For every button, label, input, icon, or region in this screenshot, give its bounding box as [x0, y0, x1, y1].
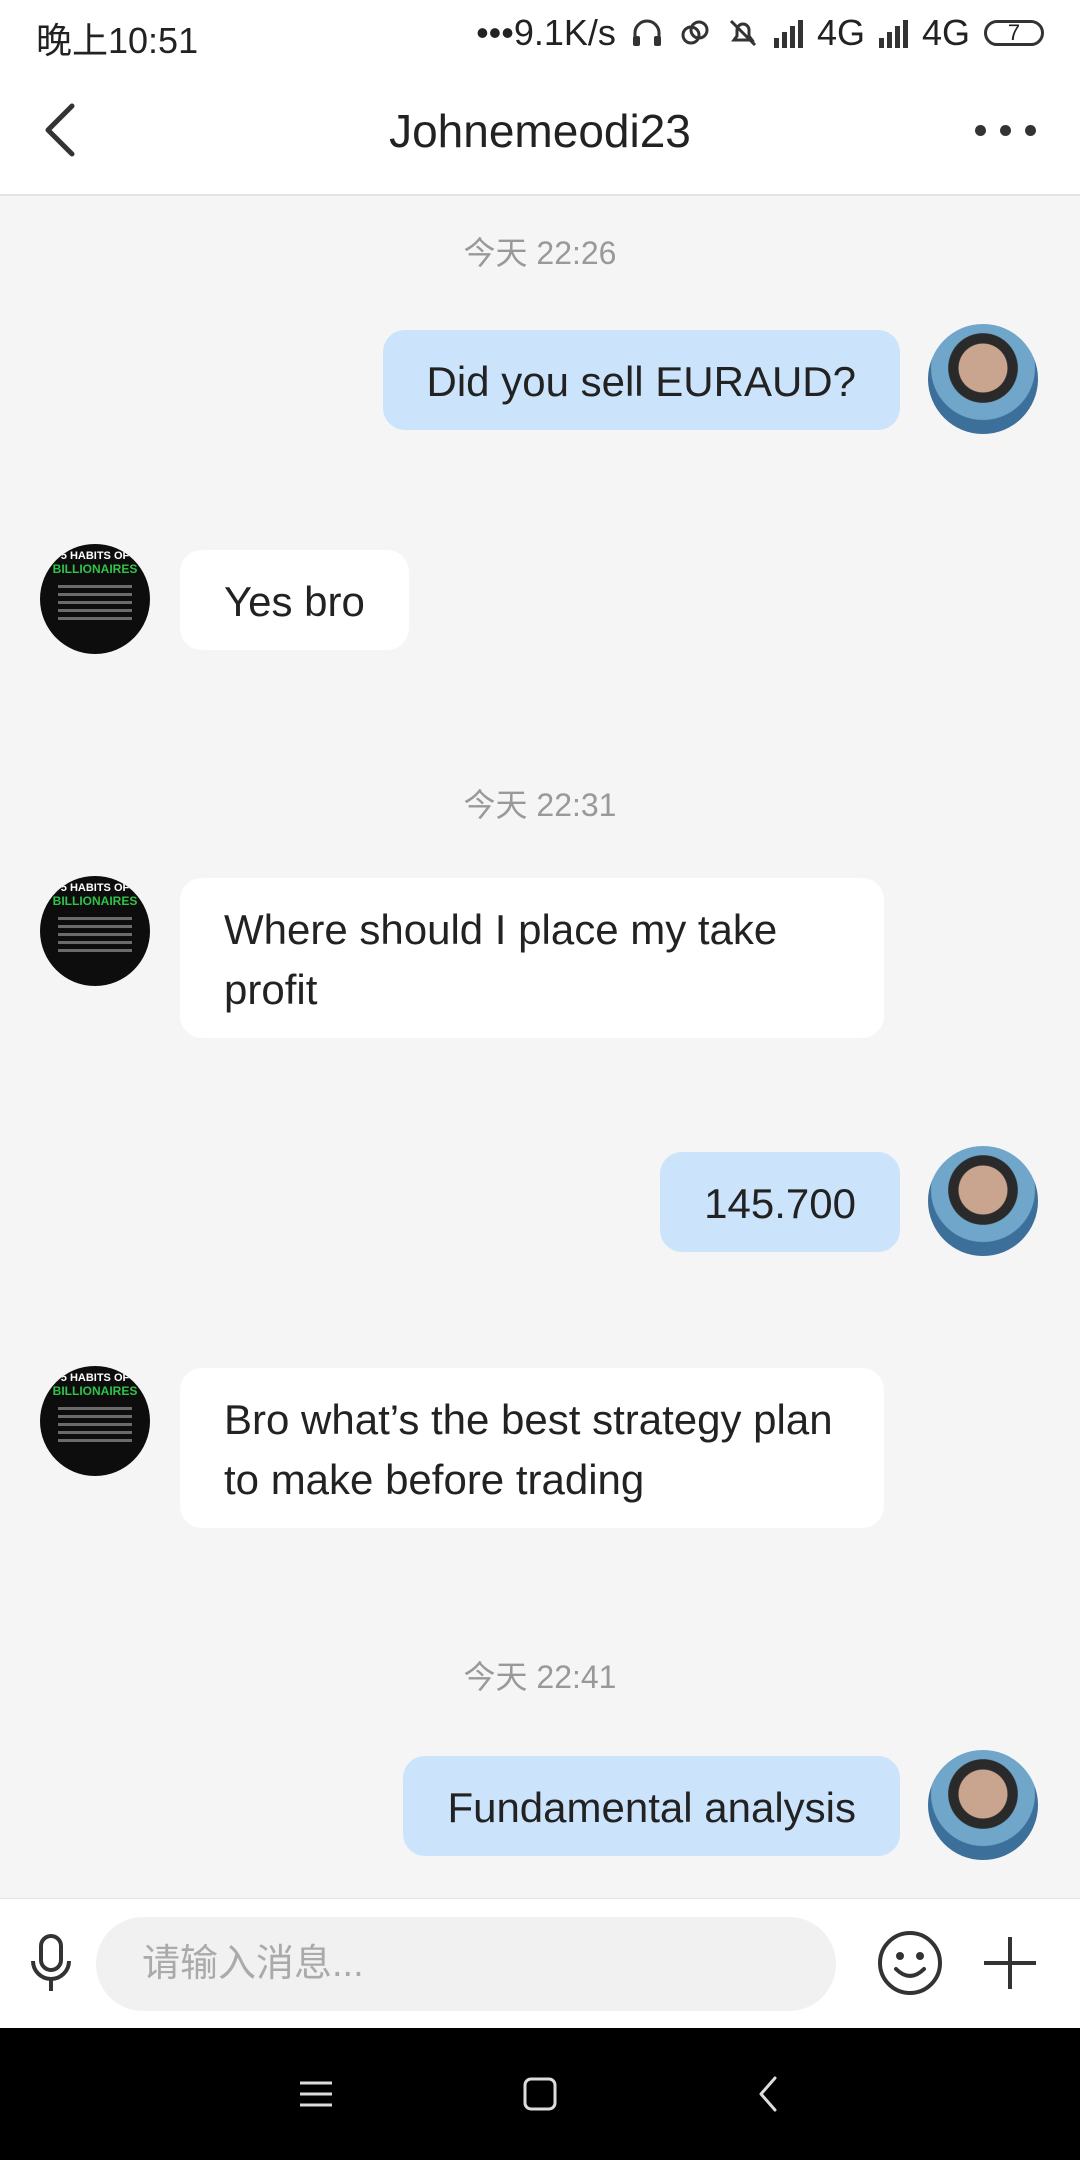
avatar-text: 5 HABITS OF	[60, 1372, 130, 1384]
emoji-button[interactable]	[872, 1925, 948, 2001]
more-actions-button[interactable]	[972, 1925, 1048, 2001]
nav-back-button[interactable]	[738, 2064, 798, 2124]
more-options-button[interactable]	[960, 98, 1050, 162]
avatar[interactable]	[928, 1146, 1038, 1256]
microphone-icon	[31, 1934, 71, 1991]
avatar[interactable]	[928, 324, 1038, 434]
more-dots-icon	[974, 124, 986, 136]
message-input[interactable]	[96, 1917, 836, 2011]
timestamp: 今天 22:31	[463, 787, 617, 823]
status-bar: 晚上10:51 •••9.1K/s 4G 4G 7	[0, 0, 1080, 68]
more-dots-icon	[999, 124, 1011, 136]
chat-header: Johnemeodi23	[0, 68, 1080, 196]
plus-icon	[984, 1937, 1036, 1989]
timestamp: 今天 22:41	[463, 1659, 617, 1695]
avatar-text: BILLIONAIRES	[52, 562, 138, 576]
message-bubble-sent[interactable]: Did you sell EURAUD?	[382, 330, 900, 430]
network-speed: •••9.1K/s	[476, 12, 616, 53]
battery-icon: 7	[984, 20, 1044, 46]
link-icon	[681, 20, 709, 45]
avatar-lines	[58, 580, 132, 625]
mute-icon	[729, 19, 756, 47]
battery-level: 7	[1007, 20, 1021, 45]
message-bubble-received[interactable]: Where should I place my take profit	[180, 878, 884, 1038]
status-icons: •••9.1K/s 4G 4G 7	[476, 12, 1044, 54]
avatar[interactable]	[928, 1750, 1038, 1860]
avatar-text: 5 HABITS OF	[60, 550, 130, 562]
home-button[interactable]	[510, 2064, 570, 2124]
signal-icon	[773, 18, 803, 48]
message-bubble-received[interactable]: Yes bro	[180, 550, 409, 650]
home-icon	[523, 2077, 557, 2111]
message-input-bar	[0, 1898, 1080, 2028]
page-title: Johnemeodi23	[389, 105, 691, 157]
message-bubble-sent[interactable]: 145.700	[660, 1152, 900, 1252]
avatar-text: BILLIONAIRES	[52, 1384, 138, 1398]
sim1-label: 4G	[816, 12, 865, 53]
headphones-icon	[632, 19, 661, 46]
avatar[interactable]: 5 HABITS OF BILLIONAIRES	[40, 544, 150, 654]
menu-icon	[300, 2081, 332, 2107]
avatar-text: 5 HABITS OF	[60, 882, 130, 894]
sim2-label: 4G	[921, 12, 970, 53]
avatar-lines	[58, 1402, 132, 1447]
emoji-icon	[878, 1931, 942, 1995]
back-icon	[759, 2076, 777, 2112]
message-bubble-received[interactable]: Bro what’s the best strategy plan to mak…	[180, 1368, 884, 1528]
signal-icon	[878, 18, 908, 48]
more-dots-icon	[1024, 124, 1036, 136]
timestamp: 今天 22:26	[463, 235, 617, 271]
chat-area[interactable]: 今天 22:26 Did you sell EURAUD? 5 HABITS O…	[0, 196, 1080, 1898]
avatar[interactable]: 5 HABITS OF BILLIONAIRES	[40, 876, 150, 986]
avatar-lines	[58, 912, 132, 957]
message-bubble-sent[interactable]: Fundamental analysis	[403, 1756, 900, 1856]
menu-button[interactable]	[286, 2064, 346, 2124]
avatar-text: BILLIONAIRES	[52, 894, 138, 908]
status-time: 晚上10:51	[36, 20, 199, 61]
navigation-bar	[0, 2028, 1080, 2160]
voice-button[interactable]	[16, 1929, 86, 1999]
avatar[interactable]: 5 HABITS OF BILLIONAIRES	[40, 1366, 150, 1476]
